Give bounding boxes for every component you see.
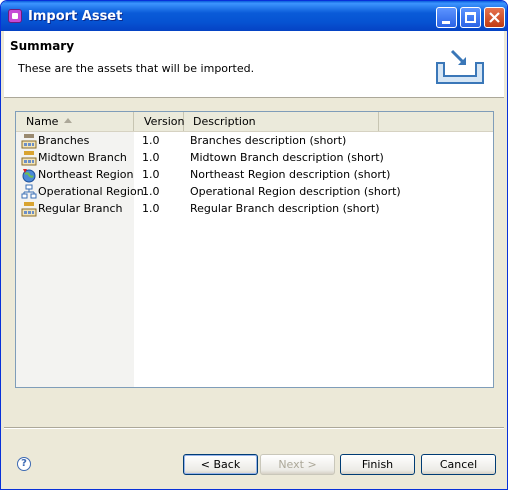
- app-icon: [8, 9, 22, 23]
- asset-description: Regular Branch description (short): [190, 202, 380, 215]
- help-icon[interactable]: ?: [17, 457, 31, 471]
- close-icon: [485, 8, 504, 27]
- close-button[interactable]: [484, 7, 505, 28]
- asset-name: Regular Branch: [38, 202, 123, 215]
- asset-version: 1.0: [142, 202, 160, 215]
- title-bar[interactable]: Import Asset: [1, 1, 507, 31]
- finish-button[interactable]: Finish: [340, 454, 415, 475]
- sort-ascending-icon: [64, 118, 72, 123]
- table-row[interactable]: Northeast Region 1.0 Northeast Region de…: [16, 166, 493, 183]
- table-row[interactable]: Regular Branch 1.0 Regular Branch descri…: [16, 200, 493, 217]
- table-row[interactable]: Operational Region 1.0 Operational Regio…: [16, 183, 493, 200]
- column-header-description[interactable]: Description: [184, 112, 379, 131]
- org-tree-icon: [21, 184, 37, 199]
- asset-name: Operational Region: [38, 185, 144, 198]
- asset-name: Midtown Branch: [38, 151, 127, 164]
- page-title: Summary: [10, 39, 75, 53]
- asset-version: 1.0: [142, 134, 160, 147]
- hierarchy-icon: [21, 134, 37, 149]
- back-button[interactable]: < Back: [183, 454, 258, 475]
- asset-description: Northeast Region description (short): [190, 168, 391, 181]
- column-header-name[interactable]: Name: [16, 112, 134, 131]
- wizard-header: Summary These are the assets that will b…: [4, 31, 504, 98]
- maximize-icon: [465, 12, 476, 23]
- column-label-name: Name: [26, 115, 59, 128]
- column-label-version: Version: [144, 115, 185, 128]
- hierarchy-icon: [21, 202, 37, 217]
- footer-separator: [4, 427, 504, 429]
- assets-table[interactable]: Name Version Description Branches 1.0 Br…: [15, 111, 494, 388]
- asset-version: 1.0: [142, 185, 160, 198]
- table-row[interactable]: Midtown Branch 1.0 Midtown Branch descri…: [16, 149, 493, 166]
- maximize-button[interactable]: [460, 7, 481, 28]
- asset-version: 1.0: [142, 168, 160, 181]
- next-button[interactable]: Next >: [260, 454, 335, 475]
- table-header: Name Version Description: [16, 112, 493, 132]
- window-title: Import Asset: [28, 9, 123, 24]
- globe-icon: [22, 169, 36, 183]
- page-description: These are the assets that will be import…: [18, 62, 255, 75]
- cancel-button[interactable]: Cancel: [421, 454, 496, 475]
- table-row[interactable]: Branches 1.0 Branches description (short…: [16, 132, 493, 149]
- column-header-version[interactable]: Version: [134, 112, 184, 131]
- column-label-description: Description: [193, 115, 256, 128]
- asset-description: Operational Region description (short): [190, 185, 401, 198]
- asset-description: Branches description (short): [190, 134, 347, 147]
- hierarchy-icon: [21, 151, 37, 166]
- minimize-icon: [442, 21, 450, 24]
- asset-description: Midtown Branch description (short): [190, 151, 384, 164]
- asset-name: Northeast Region: [38, 168, 134, 181]
- asset-name: Branches: [38, 134, 90, 147]
- asset-version: 1.0: [142, 151, 160, 164]
- import-asset-dialog: Import Asset Summary These are the asset…: [0, 0, 508, 490]
- import-banner-icon: [436, 49, 484, 84]
- minimize-button[interactable]: [436, 7, 457, 28]
